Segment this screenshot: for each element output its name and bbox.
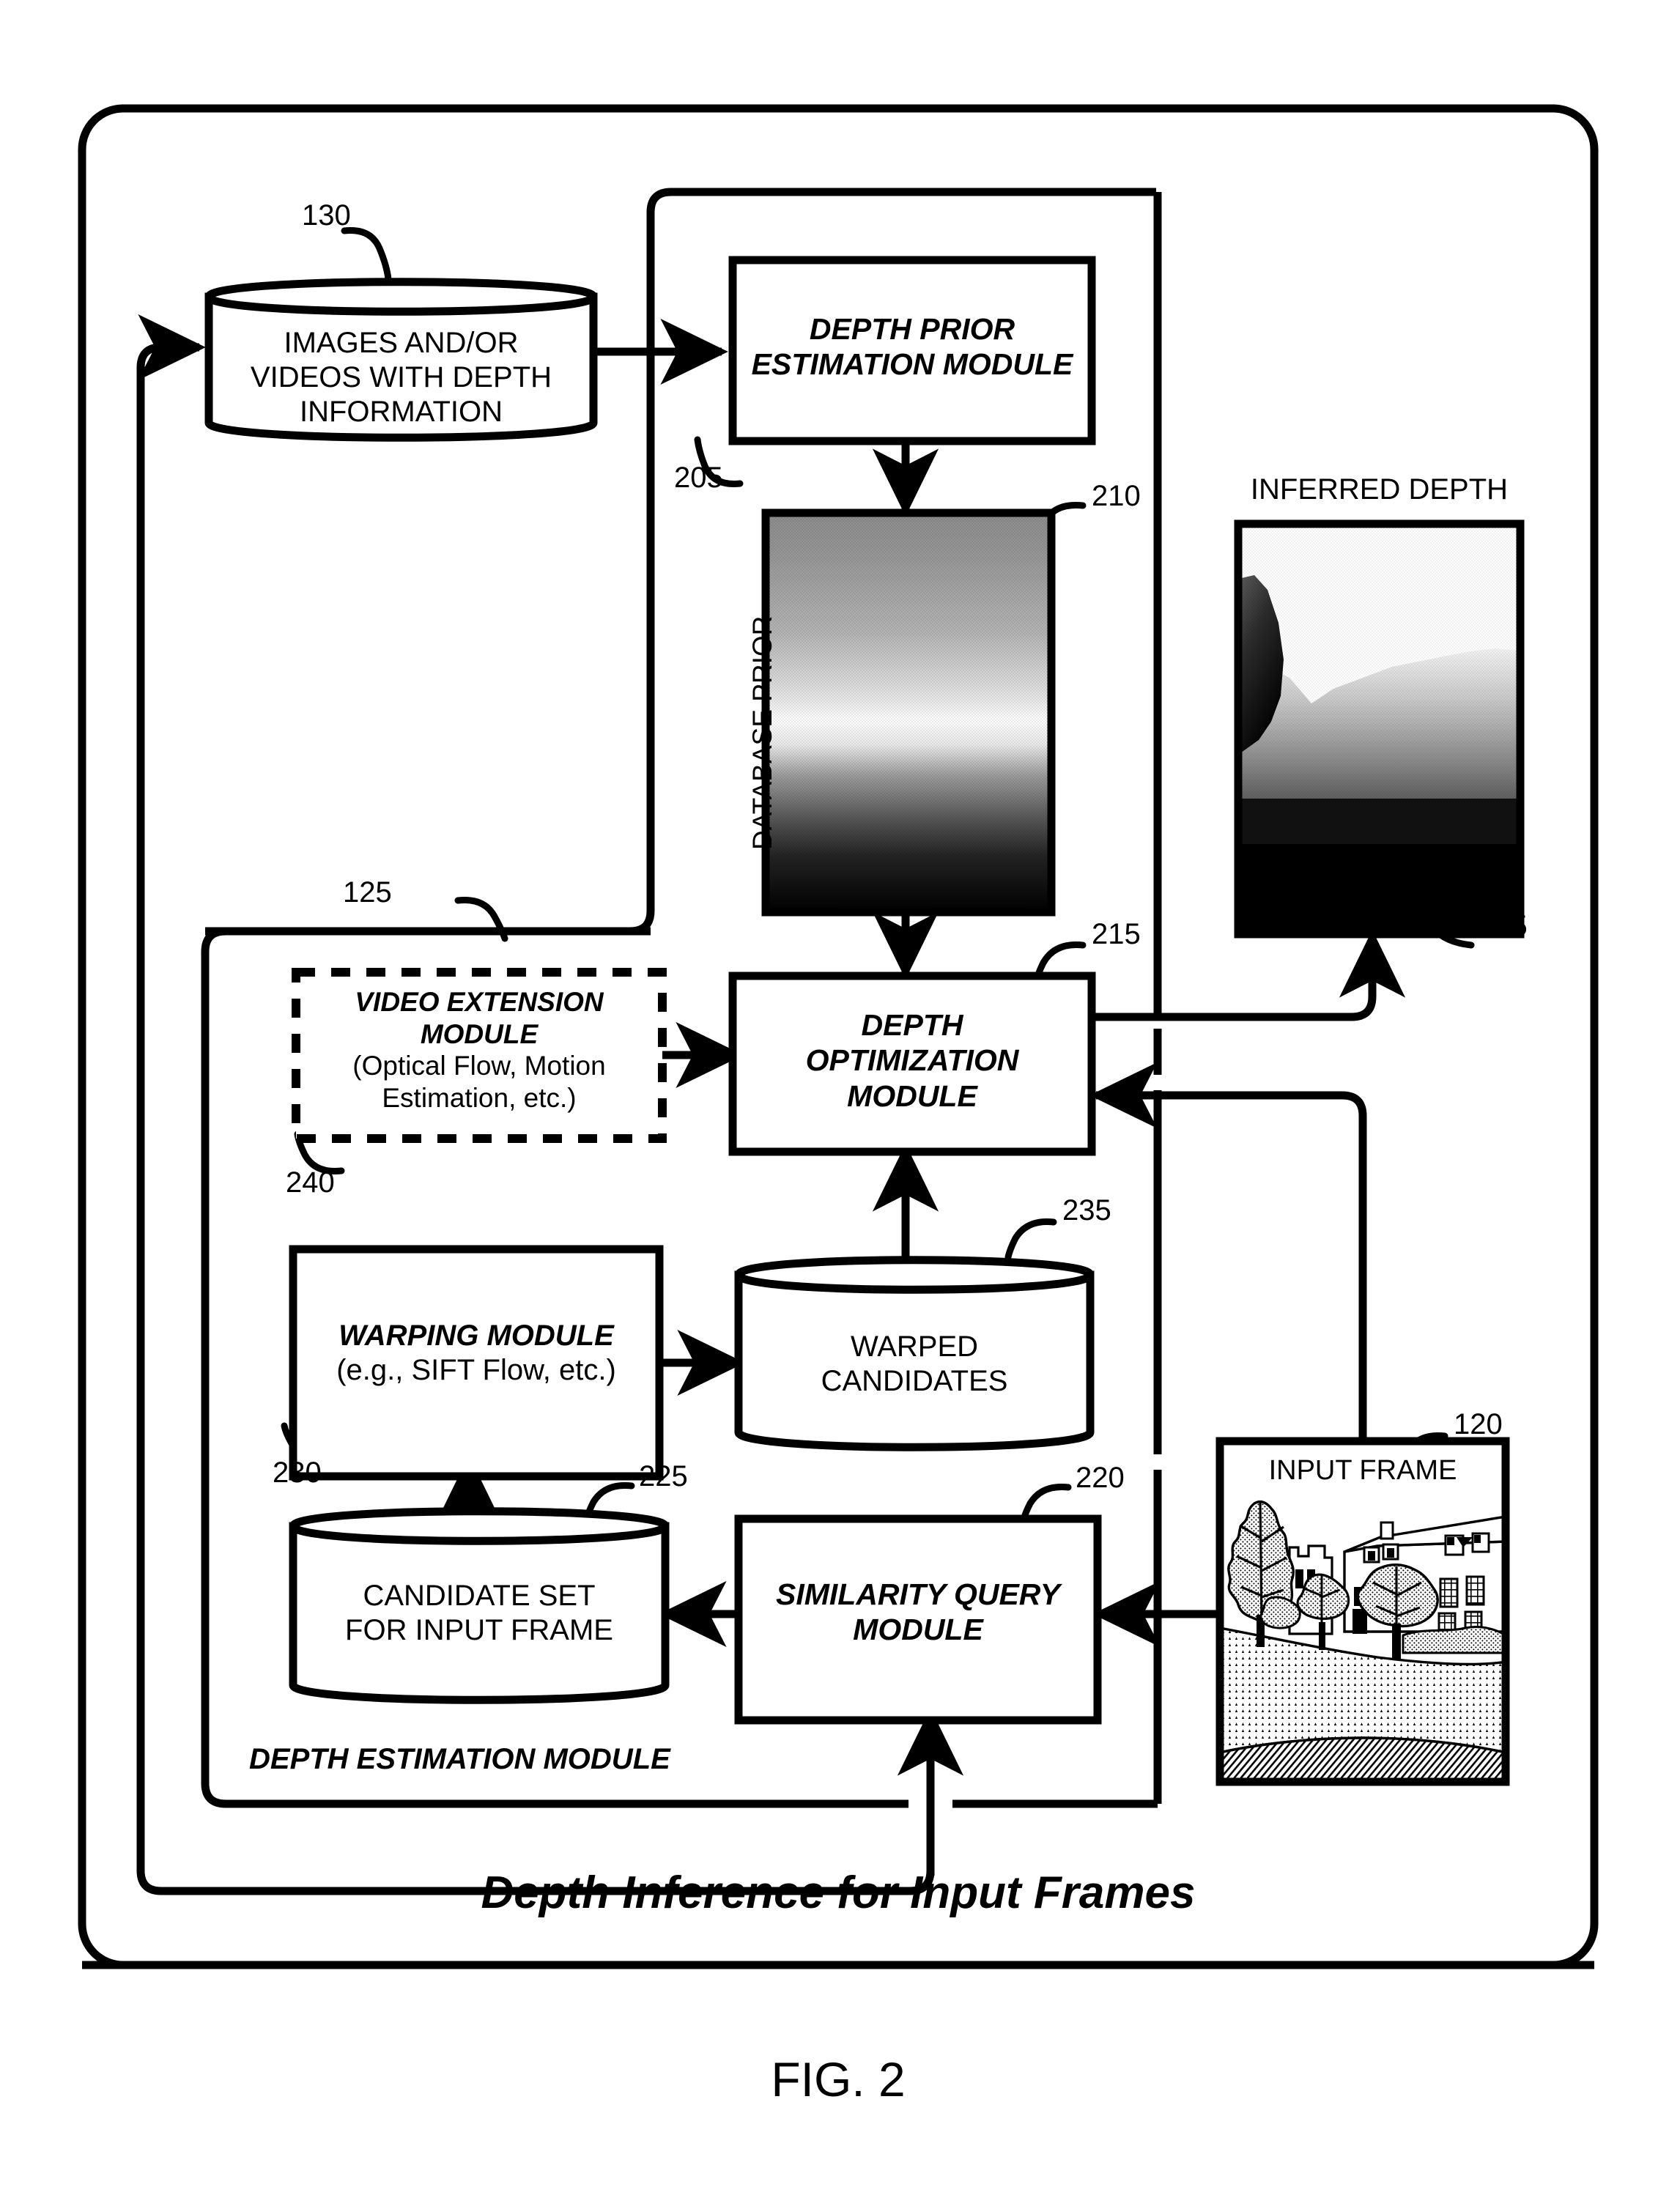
ref-210: 210 — [1092, 480, 1141, 512]
input-frame-label: INPUT FRAME — [1268, 1455, 1457, 1486]
ref-220: 220 — [1076, 1462, 1125, 1494]
wm-bold-1: WARPING MODULE — [338, 1320, 614, 1352]
ref-120: 120 — [1454, 1408, 1503, 1440]
depth-estimation-module-label: DEPTH ESTIMATION MODULE — [249, 1743, 670, 1775]
sq-line-2: MODULE — [853, 1613, 983, 1647]
wc-line-1: WARPED — [850, 1331, 979, 1363]
candidate-set-label: CANDIDATE SET FOR INPUT FRAME — [293, 1579, 665, 1648]
dom-line-1: DEPTH — [861, 1008, 963, 1042]
images-videos-store-label: IMAGES AND/OR VIDEOS WITH DEPTH INFORMAT… — [209, 326, 593, 430]
dpe-line-2: ESTIMATION MODULE — [751, 347, 1073, 382]
ref-230: 230 — [273, 1457, 322, 1489]
figure-caption: FIG. 2 — [771, 2052, 906, 2106]
similarity-query-label: SIMILARITY QUERY MODULE — [739, 1577, 1098, 1648]
wc-line-2: CANDIDATES — [821, 1365, 1008, 1398]
depth-prior-estimation-label: DEPTH PRIOR ESTIMATION MODULE — [733, 311, 1092, 382]
figure-title: Depth Inference for Input Frames — [481, 1868, 1196, 1918]
ref-135: 135 — [1479, 910, 1528, 942]
database-prior-side-label: DATABASE PRIOR — [747, 615, 777, 850]
vem-plain-2: Estimation, etc.) — [382, 1082, 577, 1113]
ref-215: 215 — [1092, 918, 1141, 950]
ref-240: 240 — [286, 1166, 335, 1199]
dom-line-2: OPTIMIZATION — [805, 1043, 1019, 1078]
cs-line-1: CANDIDATE SET — [363, 1580, 596, 1612]
sq-line-1: SIMILARITY QUERY — [775, 1577, 1061, 1611]
vem-bold-1: VIDEO EXTENSION — [355, 987, 604, 1017]
video-extension-label: VIDEO EXTENSION MODULE (Optical Flow, Mo… — [296, 986, 662, 1114]
warping-module-label: WARPING MODULE (e.g., SIFT Flow, etc.) — [293, 1319, 659, 1388]
ref-125: 125 — [343, 876, 392, 909]
ref-205: 205 — [674, 462, 723, 494]
inferred-depth-label: INFERRED DEPTH — [1250, 473, 1509, 506]
dom-line-3: MODULE — [847, 1078, 977, 1113]
warped-candidates-label: WARPED CANDIDATES — [739, 1330, 1090, 1399]
ref-130: 130 — [302, 199, 351, 232]
depth-optimization-label: DEPTH OPTIMIZATION MODULE — [733, 1007, 1092, 1114]
ref-225: 225 — [639, 1460, 688, 1492]
vem-plain-1: (Optical Flow, Motion — [352, 1051, 606, 1081]
dpe-line-1: DEPTH PRIOR — [809, 312, 1015, 346]
ref-235: 235 — [1062, 1194, 1111, 1226]
store-line-1: IMAGES AND/OR — [284, 327, 519, 359]
cs-line-2: FOR INPUT FRAME — [345, 1614, 613, 1647]
wm-plain-1: (e.g., SIFT Flow, etc.) — [336, 1354, 616, 1387]
vem-bold-2: MODULE — [420, 1018, 539, 1049]
store-line-3: INFORMATION — [299, 396, 503, 429]
store-line-2: VIDEOS WITH DEPTH — [250, 361, 552, 394]
